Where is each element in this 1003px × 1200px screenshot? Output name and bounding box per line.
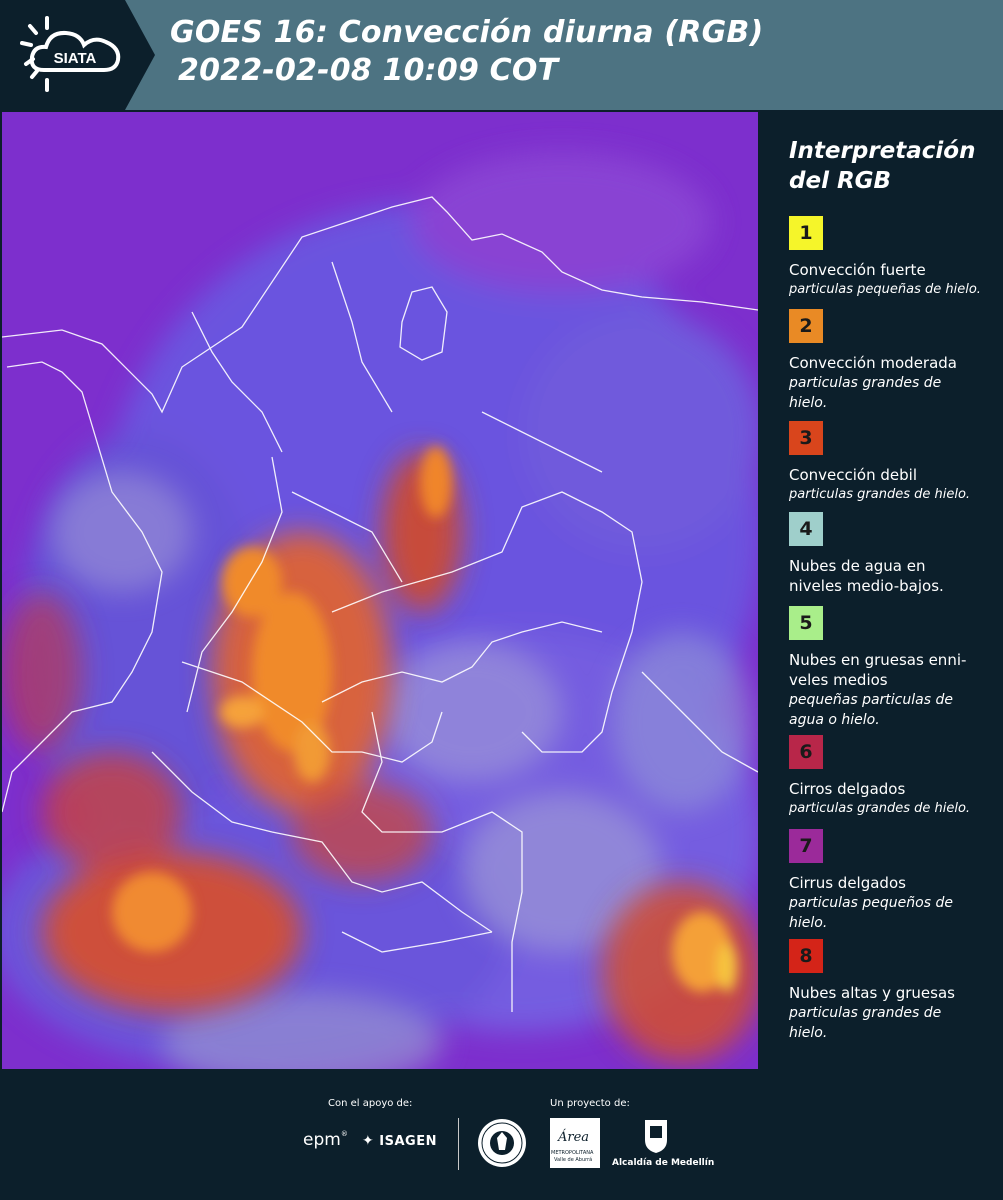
legend-item-2: 2 Convección moderada particulas grandes… — [789, 309, 994, 413]
legend-swatch-5: 5 — [789, 606, 823, 640]
legend-label-8: Nubes altas y gruesas — [789, 984, 955, 1002]
legend-sub-2: particulas grandes de hielo. — [789, 375, 942, 411]
legend-swatch-2: 2 — [789, 309, 823, 343]
header-bar: SIATA GOES 16: Convección diurna (RGB) 2… — [0, 0, 1003, 110]
legend-swatch-6: 6 — [789, 735, 823, 769]
satellite-map — [2, 112, 758, 1069]
university-seal-logo — [477, 1118, 527, 1168]
legend-sub-1: particulas pequeñas de hielo. — [789, 282, 981, 297]
legend-label-2: Convección moderada — [789, 354, 957, 372]
alcaldia-label: Alcaldía de Medellín — [612, 1158, 715, 1168]
legend-item-4: 4 Nubes de agua en niveles medio-bajos. — [789, 512, 994, 596]
legend-label-5: Nubes en gruesas enni-veles medios — [789, 651, 967, 689]
legend-label-3: Convección debil — [789, 466, 917, 484]
legend-item-8: 8 Nubes altas y gruesas particulas grand… — [789, 939, 994, 1043]
legend-item-7: 7 Cirrus delgados particulas pequeños de… — [789, 829, 994, 933]
siata-logo-text: SIATA — [54, 50, 97, 67]
legend-title: Interpretación del RGB — [789, 136, 975, 196]
isagen-logo-text: ISAGEN — [379, 1134, 437, 1149]
legend-sub-7: particulas pequeños de hielo. — [789, 895, 953, 931]
legend-label-6: Cirros delgados — [789, 780, 906, 798]
legend-label-4: Nubes de agua en niveles medio-bajos. — [789, 557, 944, 595]
page-title: GOES 16: Convección diurna (RGB) 2022-02… — [170, 14, 763, 90]
legend-panel: Interpretación del RGB 1 Convección fuer… — [760, 110, 1003, 1070]
legend-label-1: Convección fuerte — [789, 261, 926, 279]
legend-swatch-3: 3 — [789, 421, 823, 455]
legend-item-6: 6 Cirros delgados particulas grandes de … — [789, 735, 994, 819]
area-metropolitana-logo: Área METROPOLITANA Valle de Aburrá — [550, 1118, 600, 1168]
legend-item-1: 1 Convección fuerte particulas pequeñas … — [789, 216, 994, 300]
legend-item-5: 5 Nubes en gruesas enni-veles medios peq… — [789, 606, 994, 730]
legend-swatch-1: 1 — [789, 216, 823, 250]
alcaldia-shield-logo — [643, 1118, 669, 1154]
footer-divider — [458, 1118, 459, 1170]
legend-label-7: Cirrus delgados — [789, 874, 906, 892]
support-label: Con el apoyo de: — [328, 1098, 413, 1109]
isagen-logo: ✦ ISAGEN — [362, 1133, 437, 1149]
title-line2: 2022-02-08 10:09 COT — [178, 53, 559, 88]
legend-swatch-7: 7 — [789, 829, 823, 863]
epm-logo-text: epm — [303, 1130, 341, 1150]
footer: Con el apoyo de: Un proyecto de: epm® ✦ … — [0, 1070, 1003, 1200]
area-logo-sub1: METROPOLITANA — [551, 1150, 594, 1156]
legend-title-line2: del RGB — [789, 168, 892, 194]
project-label: Un proyecto de: — [550, 1098, 630, 1109]
title-line1: GOES 16: Convección diurna (RGB) — [170, 15, 764, 50]
legend-item-3: 3 Convección debil particulas grandes de… — [789, 421, 994, 505]
legend-swatch-8: 8 — [789, 939, 823, 973]
legend-sub-5: pequeñas particulas de agua o hielo. — [789, 692, 953, 728]
legend-title-line1: Interpretación — [789, 138, 976, 164]
area-logo-sub2: Valle de Aburrá — [554, 1157, 593, 1163]
area-logo-text: Área — [558, 1130, 590, 1145]
isagen-icon: ✦ — [362, 1133, 375, 1149]
legend-sub-8: particulas grandes de hielo. — [789, 1005, 942, 1041]
legend-sub-3: particulas grandes de hielo. — [789, 487, 971, 502]
legend-sub-6: particulas grandes de hielo. — [789, 801, 971, 816]
epm-logo: epm® — [303, 1130, 348, 1150]
legend-swatch-4: 4 — [789, 512, 823, 546]
siata-logo: SIATA — [0, 0, 155, 110]
satellite-image — [2, 112, 758, 1069]
